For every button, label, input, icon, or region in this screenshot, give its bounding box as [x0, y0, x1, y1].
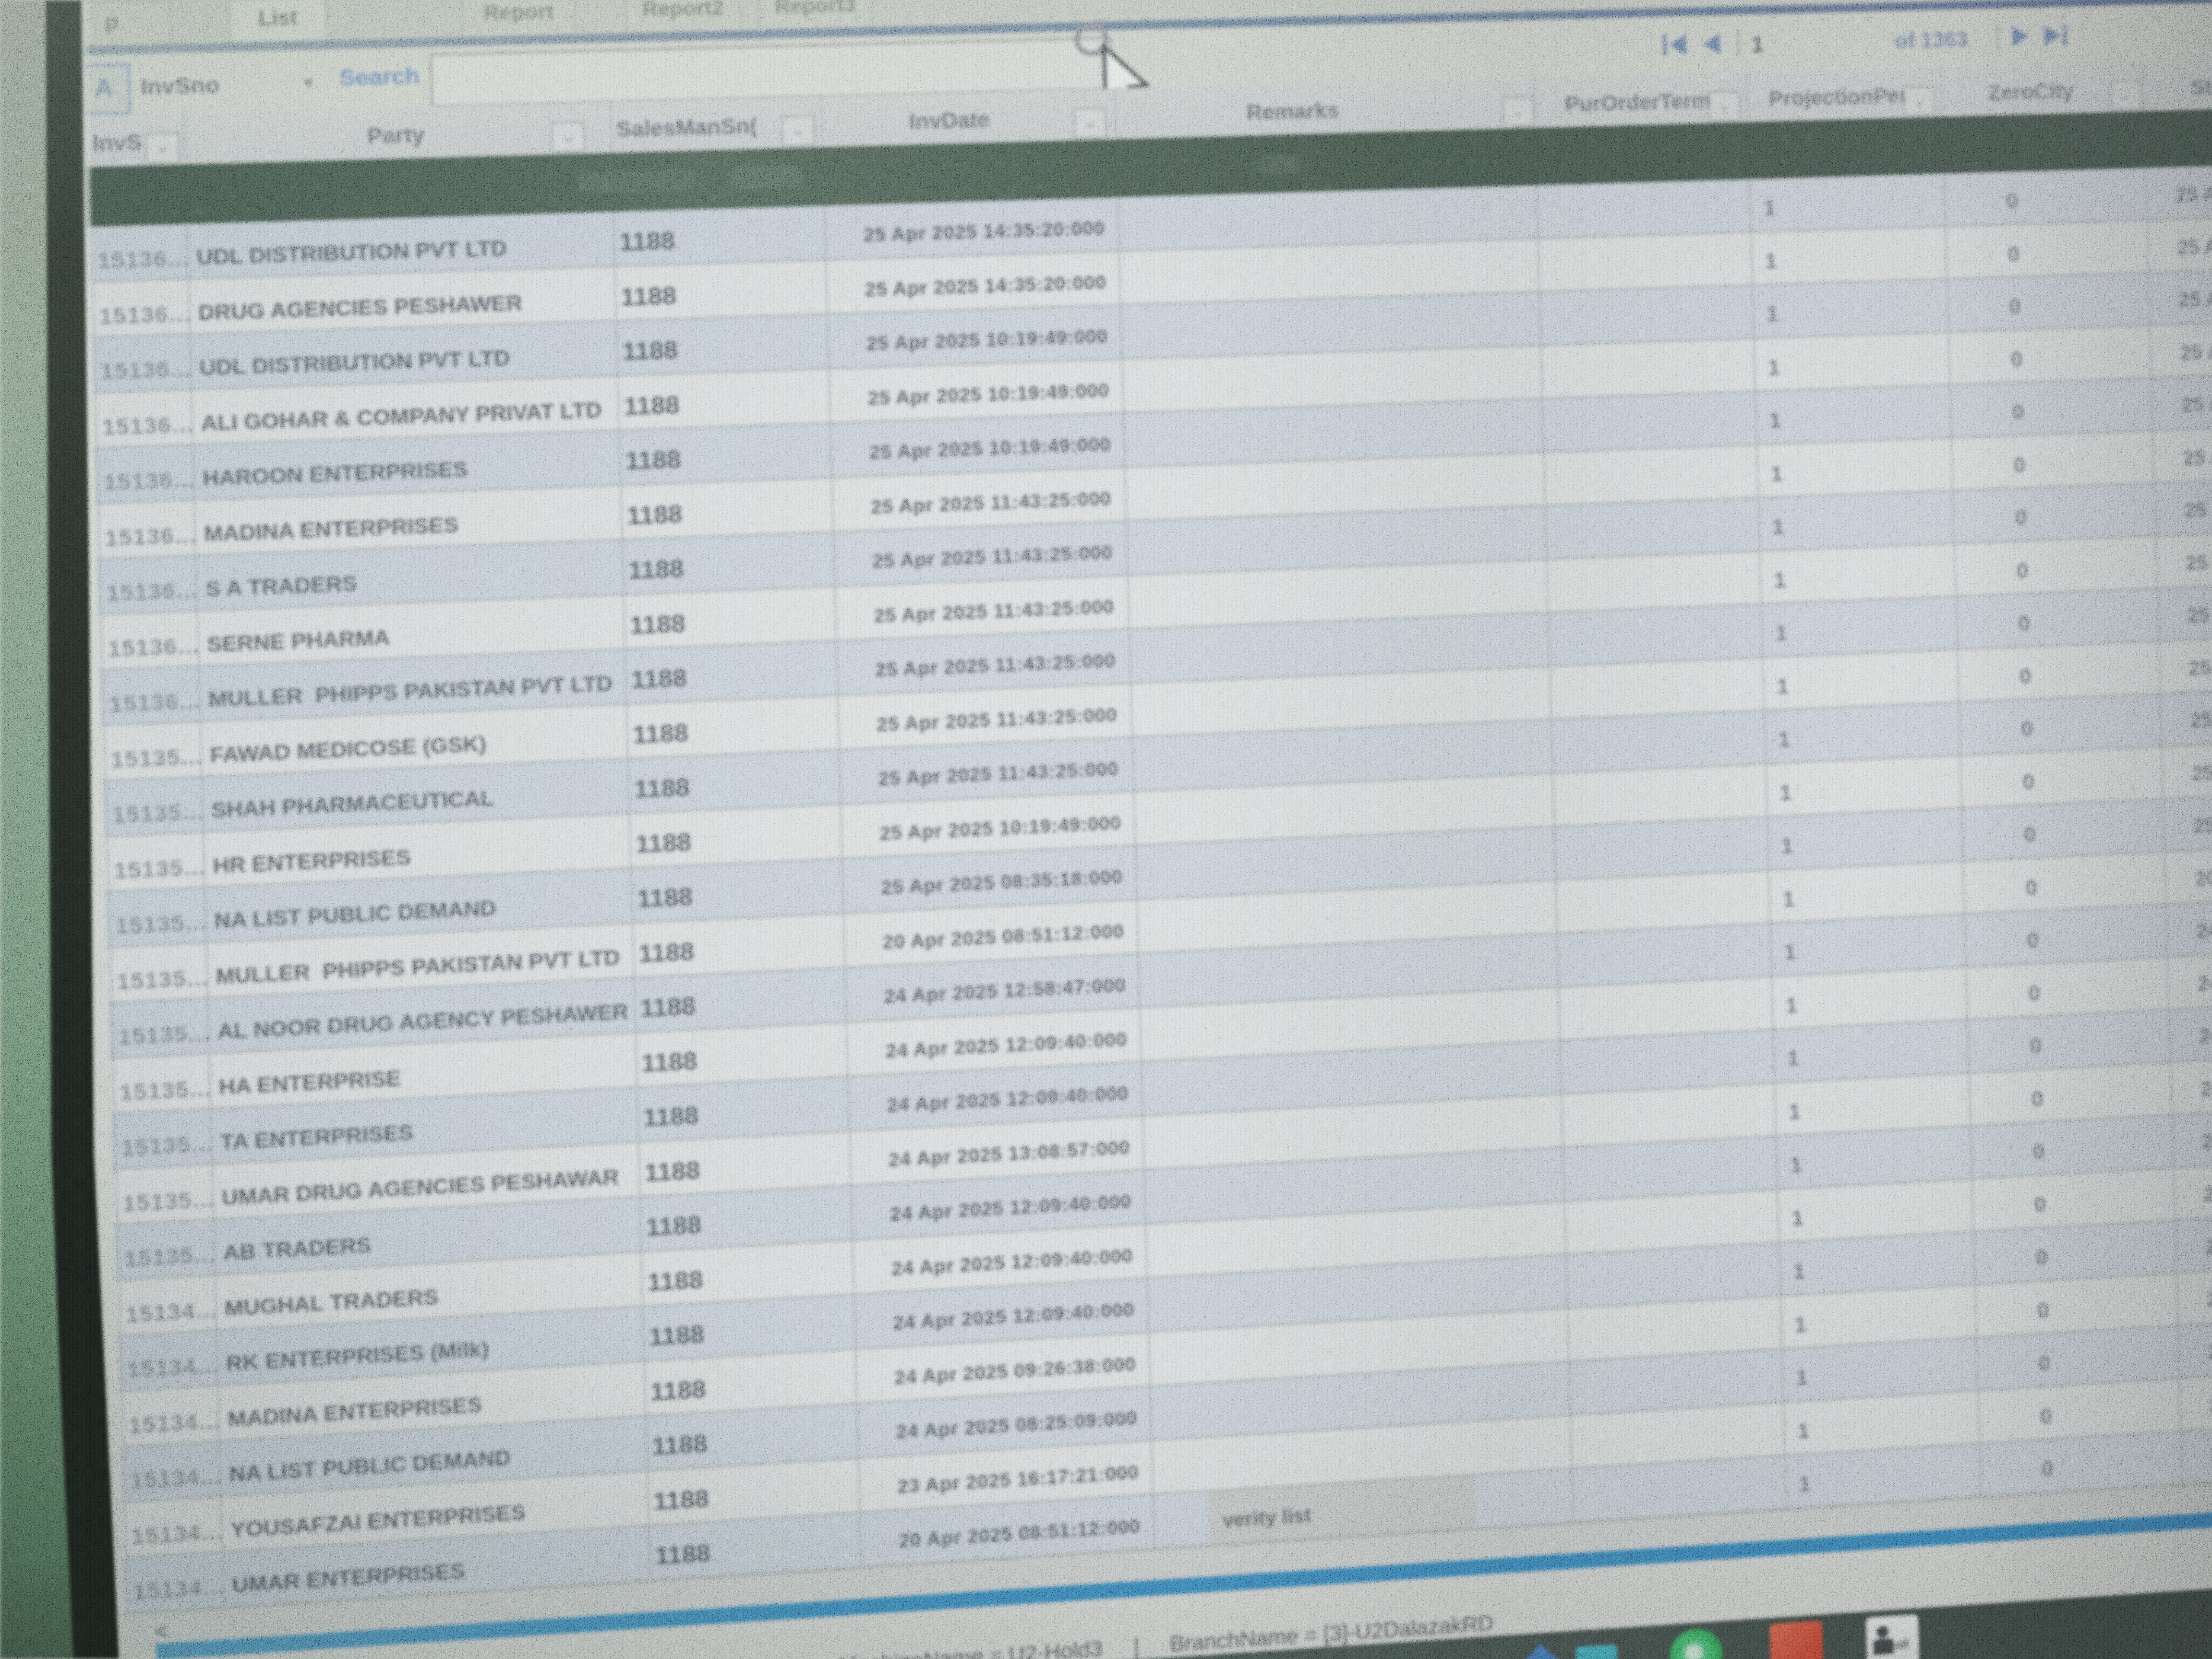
- svg-text:1: 1: [1751, 32, 1764, 57]
- svg-text:of 1363: of 1363: [1895, 27, 1969, 53]
